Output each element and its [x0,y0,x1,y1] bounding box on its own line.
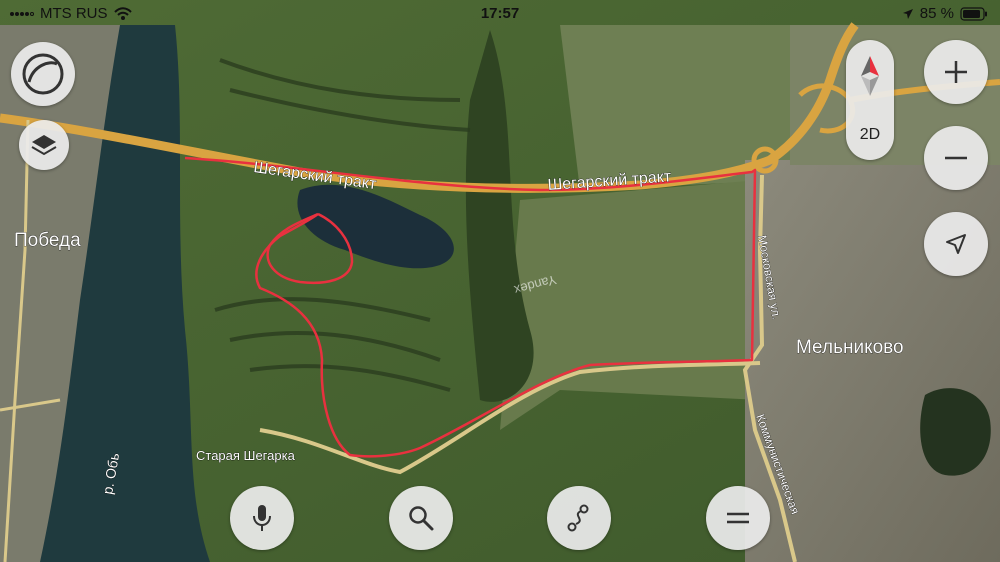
location-services-icon [902,8,913,19]
menu-icon [727,512,749,524]
battery-percent: 85 % [919,5,954,22]
label-melnikovo: Мельниково [796,337,904,358]
search-button[interactable] [389,486,453,550]
menu-button[interactable] [706,486,770,550]
voice-search-button[interactable] [230,486,294,550]
yandex-logo-button[interactable] [11,42,75,106]
status-bar: MTS RUS 17:57 85 % [0,0,1000,28]
zoom-out-icon [945,156,967,160]
search-icon [409,506,434,531]
zoom-in-button[interactable] [924,40,988,104]
label-staraya-shegarka: Старая Шегарка [196,448,296,463]
compass-control[interactable]: 2D [846,40,894,160]
route-icon [567,504,589,532]
map-mode-2d[interactable]: 2D [846,126,894,144]
location-arrow-icon [946,234,966,254]
my-location-button[interactable] [924,212,988,276]
status-right: 85 % [902,5,988,22]
label-pobeda: Победа [14,230,81,251]
battery-icon [960,6,987,21]
route-button[interactable] [547,486,611,550]
zoom-out-button[interactable] [924,126,988,190]
microphone-icon [253,505,271,531]
status-time: 17:57 [480,5,520,22]
pond-dark [920,388,991,476]
field-lower-middle [500,180,760,430]
compass-icon [861,56,879,96]
layers-icon [31,135,57,156]
yandex-logo-icon [22,53,64,95]
layers-button[interactable] [19,120,69,170]
zoom-in-icon [945,61,967,83]
